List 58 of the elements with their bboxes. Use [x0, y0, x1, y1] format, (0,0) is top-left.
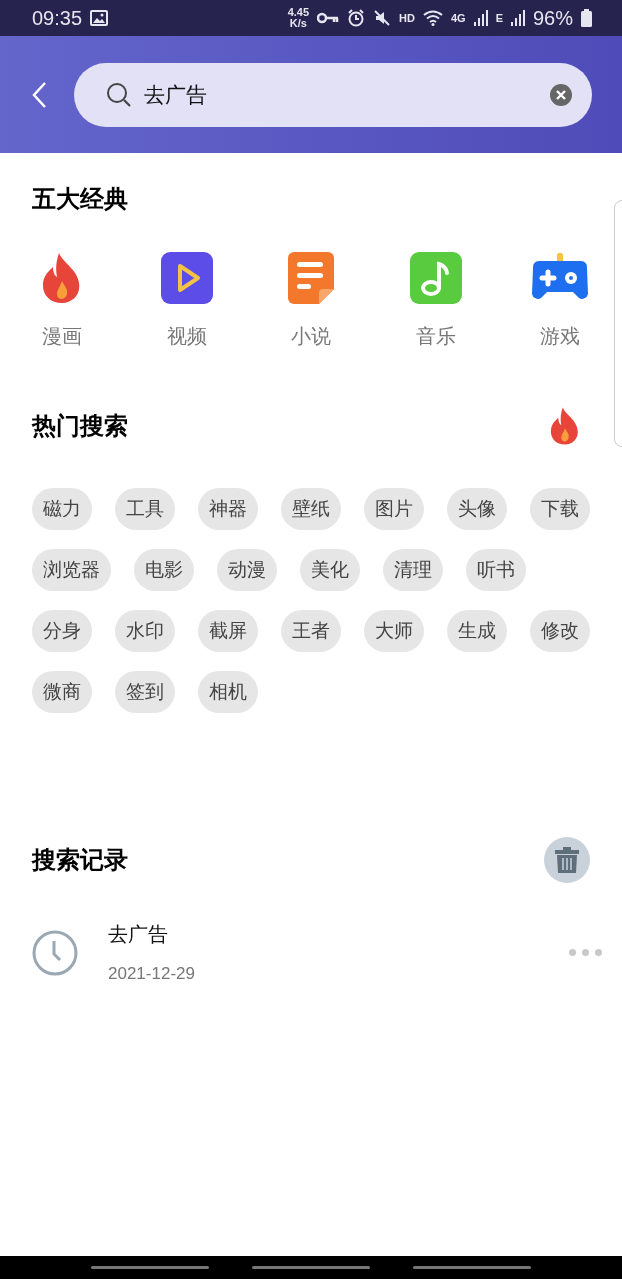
search-input[interactable]: 去广告: [144, 82, 538, 107]
mute-icon: [373, 9, 392, 27]
network-label: E: [495, 12, 503, 24]
music-note-icon: [408, 251, 463, 305]
clear-icon[interactable]: [550, 83, 572, 106]
clock-icon: [32, 929, 78, 976]
search-tag[interactable]: 神器: [198, 488, 258, 530]
search-tag[interactable]: 下载: [530, 488, 590, 530]
search-tag[interactable]: 分身: [32, 610, 92, 652]
clock-time: 09:35: [32, 6, 83, 30]
search-tag[interactable]: 浏览器: [32, 549, 111, 591]
search-tag[interactable]: 壁纸: [281, 488, 341, 530]
document-icon: [287, 251, 335, 305]
speed-unit: K/s: [288, 18, 308, 29]
search-tag[interactable]: 磁力: [32, 488, 92, 530]
section-title: 搜索记录: [32, 845, 128, 876]
search-tag[interactable]: 听书: [466, 549, 526, 591]
network-label: 4G: [450, 12, 466, 24]
category-item[interactable]: 游戏: [528, 251, 592, 350]
alarm-icon: [347, 9, 366, 27]
signal-icon: [510, 10, 525, 26]
play-icon: [159, 251, 214, 305]
signal-icon: [473, 10, 488, 26]
search-tag[interactable]: 水印: [115, 610, 175, 652]
search-tag[interactable]: 清理: [383, 549, 443, 591]
search-tag[interactable]: 头像: [447, 488, 507, 530]
category-item[interactable]: 视频: [154, 251, 219, 350]
search-tag[interactable]: 图片: [364, 488, 424, 530]
search-tag[interactable]: 修改: [530, 610, 590, 652]
search-field[interactable]: 去广告: [74, 62, 592, 127]
category-item[interactable]: 音乐: [403, 251, 468, 350]
section-title: 热门搜索: [32, 411, 128, 442]
hd-label: HD: [399, 12, 415, 24]
search-tag[interactable]: 微商: [32, 671, 92, 713]
search-tag[interactable]: 截屏: [198, 610, 258, 652]
search-tag[interactable]: 相机: [198, 671, 258, 713]
history-query[interactable]: 去广告: [108, 921, 539, 948]
search-tag[interactable]: 美化: [300, 549, 360, 591]
image-icon: [90, 10, 109, 26]
key-icon: [317, 12, 340, 24]
speed-value: 4.45: [287, 7, 310, 18]
delete-button[interactable]: [544, 837, 590, 883]
section-title: 五大经典: [32, 184, 129, 215]
trash-icon: [555, 847, 579, 873]
wifi-icon: [422, 10, 443, 26]
search-tag[interactable]: 大师: [364, 610, 424, 652]
search-tag[interactable]: 生成: [447, 610, 507, 652]
search-icon: [106, 81, 132, 108]
search-tag[interactable]: 动漫: [217, 549, 277, 591]
search-tag[interactable]: 签到: [115, 671, 175, 713]
battery-percent: 96%: [532, 6, 573, 30]
search-tag[interactable]: 王者: [281, 610, 341, 652]
search-tag[interactable]: 电影: [134, 549, 194, 591]
category-item[interactable]: 漫画: [30, 251, 94, 350]
battery-icon: [581, 9, 592, 27]
history-date: 2021-12-29: [108, 964, 196, 984]
search-tag[interactable]: 工具: [115, 488, 175, 530]
category-item[interactable]: 小说: [279, 251, 343, 350]
